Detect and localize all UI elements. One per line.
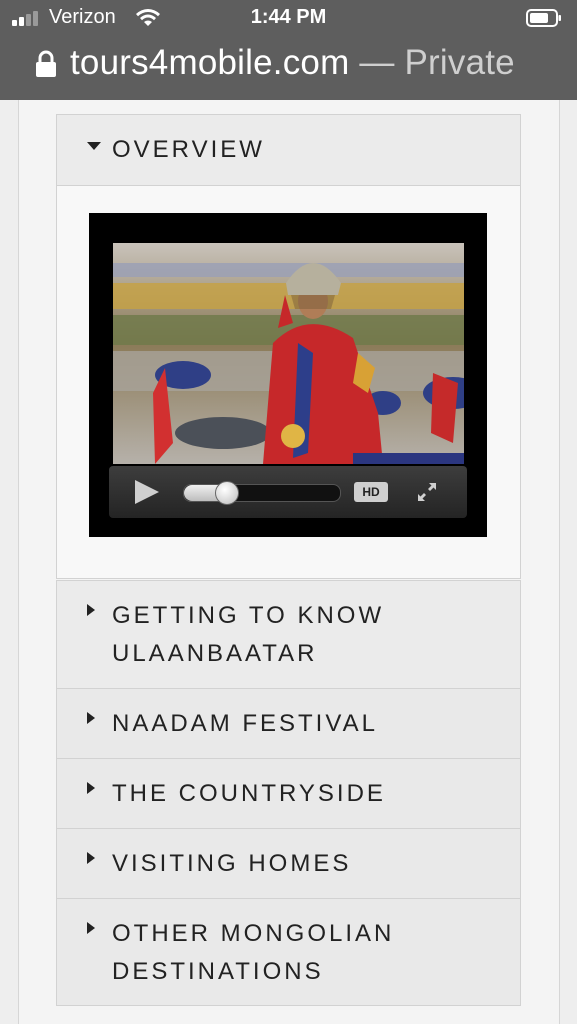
- caret-right-icon: [87, 712, 95, 724]
- video-controls: HD: [109, 466, 467, 518]
- caret-down-icon: [87, 142, 101, 150]
- caret-right-icon: [87, 922, 95, 934]
- seek-handle[interactable]: [215, 481, 239, 505]
- caret-right-icon: [87, 852, 95, 864]
- accordion-label: OTHER MONGOLIAN DESTINATIONS: [112, 920, 395, 985]
- accordion-header[interactable]: VISITING HOMES: [57, 829, 520, 899]
- address-bar[interactable]: tours4mobile.com — Private: [0, 40, 577, 90]
- accordion-item-overview[interactable]: OVERVIEW: [56, 114, 521, 186]
- status-bar: Verizon 1:44 PM: [0, 0, 577, 38]
- accordion-item-naadam[interactable]: NAADAM FESTIVAL: [56, 689, 521, 759]
- video-player[interactable]: HD: [89, 213, 487, 537]
- accordion-header[interactable]: GETTING TO KNOW ULAANBAATAR: [57, 581, 520, 689]
- accordion-header[interactable]: OTHER MONGOLIAN DESTINATIONS: [57, 899, 520, 1007]
- video-frame-image: [113, 243, 464, 464]
- fullscreen-icon[interactable]: [415, 480, 439, 504]
- accordion-item-countryside[interactable]: THE COUNTRYSIDE: [56, 759, 521, 829]
- accordion-label: VISITING HOMES: [112, 850, 352, 877]
- caret-right-icon: [87, 782, 95, 794]
- accordion-item-ulaanbaatar[interactable]: GETTING TO KNOW ULAANBAATAR: [56, 580, 521, 689]
- accordion-header[interactable]: THE COUNTRYSIDE: [57, 759, 520, 829]
- accordion-header[interactable]: OVERVIEW: [57, 115, 520, 185]
- browser-chrome: Verizon 1:44 PM tours4mobile.com — Priva…: [0, 0, 577, 100]
- lock-icon: [36, 50, 56, 77]
- private-mode-label: — Private: [359, 43, 515, 82]
- accordion-item-other-destinations[interactable]: OTHER MONGOLIAN DESTINATIONS: [56, 899, 521, 1006]
- accordion-item-visiting-homes[interactable]: VISITING HOMES: [56, 829, 521, 899]
- accordion-label: THE COUNTRYSIDE: [112, 780, 386, 807]
- accordion-label: GETTING TO KNOW ULAANBAATAR: [112, 602, 385, 667]
- accordion-label: OVERVIEW: [112, 136, 265, 163]
- url-text[interactable]: tours4mobile.com — Private: [70, 43, 515, 83]
- accordion-label: NAADAM FESTIVAL: [112, 710, 378, 737]
- clock: 1:44 PM: [250, 6, 327, 28]
- url-domain: tours4mobile.com: [70, 43, 350, 82]
- seek-bar[interactable]: [183, 481, 341, 505]
- hd-toggle-button[interactable]: HD: [354, 482, 388, 502]
- accordion-header[interactable]: NAADAM FESTIVAL: [57, 689, 520, 759]
- caret-right-icon: [87, 604, 95, 616]
- collapsed-items: GETTING TO KNOW ULAANBAATAR NAADAM FESTI…: [56, 580, 521, 1006]
- battery-icon: [526, 9, 561, 27]
- play-icon[interactable]: [135, 480, 159, 504]
- tour-accordion: OVERVIEW: [56, 114, 521, 186]
